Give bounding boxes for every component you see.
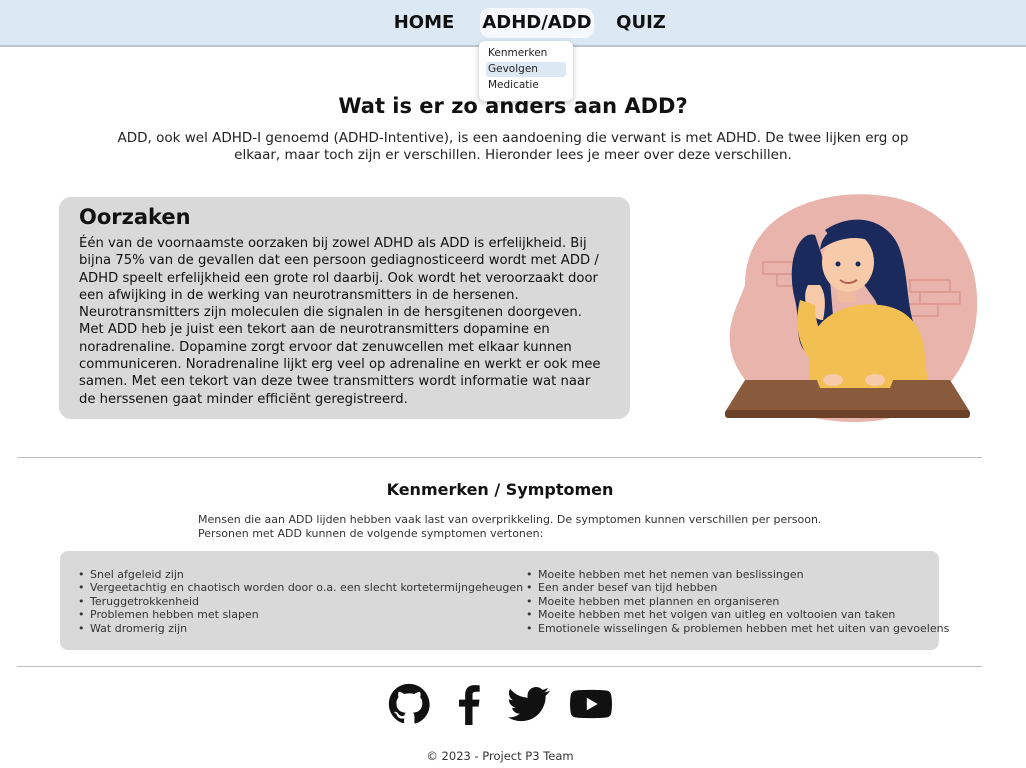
twitter-icon[interactable] bbox=[508, 683, 550, 725]
list-item: Problemen hebben met slapen bbox=[78, 608, 523, 621]
causes-text: Één van de voornaamste oorzaken bij zowe… bbox=[79, 236, 601, 407]
top-nav: HOME ADHD/ADD QUIZ bbox=[0, 0, 1026, 47]
divider bbox=[17, 457, 982, 458]
symptoms-intro-line: Mensen die aan ADD lijden hebben vaak la… bbox=[198, 513, 822, 526]
nav-adhd-add-link[interactable]: ADHD/ADD bbox=[480, 8, 594, 38]
nav-quiz-link[interactable]: QUIZ bbox=[612, 8, 670, 38]
list-item: Emotionele wisselingen & problemen hebbe… bbox=[526, 622, 949, 635]
list-item: Wat dromerig zijn bbox=[78, 622, 523, 635]
symptoms-card: Snel afgeleid zijn Vergeetachtig en chao… bbox=[60, 551, 949, 650]
divider bbox=[17, 666, 982, 667]
page-intro: ADD, ook wel ADHD-I genoemd (ADHD-Intent… bbox=[117, 130, 909, 163]
list-item: Moeite hebben met het volgen van uitleg … bbox=[526, 608, 949, 621]
causes-title: Oorzaken bbox=[79, 205, 191, 229]
list-item: Teruggetrokkenheid bbox=[78, 595, 523, 608]
dropdown-item-gevolgen[interactable]: Gevolgen bbox=[486, 62, 566, 77]
list-item: Moeite hebben met plannen en organiseren bbox=[526, 595, 949, 608]
symptoms-list-left: Snel afgeleid zijn Vergeetachtig en chao… bbox=[78, 568, 523, 635]
list-item: Snel afgeleid zijn bbox=[78, 568, 523, 581]
woman-thinking-illustration bbox=[725, 194, 978, 422]
youtube-icon[interactable] bbox=[570, 683, 612, 725]
list-item: Een ander besef van tijd hebben bbox=[526, 581, 949, 594]
dropdown-item-medicatie[interactable]: Medicatie bbox=[486, 78, 566, 93]
list-item: Vergeetachtig en chaotisch worden door o… bbox=[78, 581, 523, 594]
adhd-dropdown-menu: Kenmerken Gevolgen Medicatie bbox=[479, 41, 573, 101]
symptoms-intro-line: Personen met ADD kunnen de volgende symp… bbox=[198, 526, 544, 540]
symptoms-intro: Mensen die aan ADD lijden hebben vaak la… bbox=[198, 513, 838, 540]
nav-home-link[interactable]: HOME bbox=[390, 8, 458, 38]
list-item: Moeite hebben met het nemen van beslissi… bbox=[526, 568, 949, 581]
symptoms-title: Kenmerken / Symptomen bbox=[386, 480, 614, 499]
causes-card: Oorzaken Één van de voornaamste oorzaken… bbox=[59, 197, 630, 419]
symptoms-list-right: Moeite hebben met het nemen van beslissi… bbox=[526, 568, 949, 635]
dropdown-item-kenmerken[interactable]: Kenmerken bbox=[486, 46, 566, 61]
facebook-icon[interactable] bbox=[448, 683, 490, 725]
copyright-text: © 2023 - Project P3 Team bbox=[426, 749, 574, 763]
github-icon[interactable] bbox=[388, 683, 430, 725]
